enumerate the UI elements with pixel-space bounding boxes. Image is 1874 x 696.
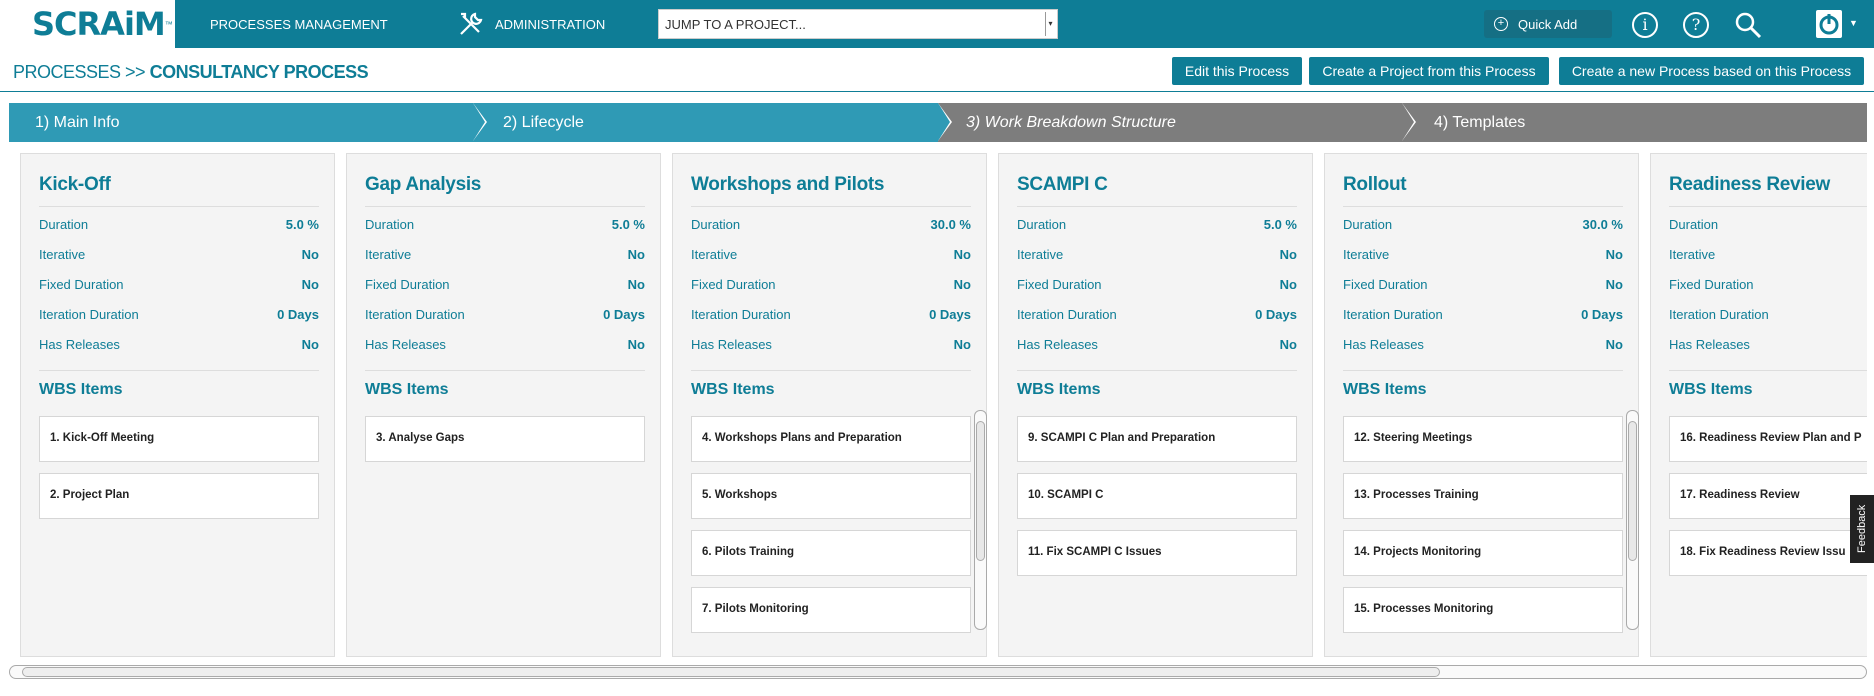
- vertical-scrollbar[interactable]: [974, 410, 987, 630]
- phase-property-iter-duration: Iteration Duration 0 Days: [1343, 307, 1623, 322]
- phase-title[interactable]: Readiness Review: [1669, 174, 1830, 196]
- scrollbar-thumb[interactable]: [22, 667, 1440, 677]
- phase-card: Workshops and Pilots Duration 30.0 % Iterat…: [672, 153, 987, 657]
- step-wbs[interactable]: 3) Work Breakdown Structure: [938, 103, 1416, 142]
- wbs-item[interactable]: 7. Pilots Monitoring: [691, 587, 971, 633]
- phase-property-fixed: Fixed Duration: [1669, 277, 1754, 292]
- phase-property-releases: Has Releases No: [1343, 337, 1623, 352]
- wbs-item[interactable]: 4. Workshops Plans and Preparation: [691, 416, 971, 462]
- nav-processes-management[interactable]: PROCESSES MANAGEMENT: [210, 0, 388, 48]
- page-title: CONSULTANCY PROCESS: [149, 62, 369, 82]
- tools-icon: [460, 12, 483, 35]
- create-process-button[interactable]: Create a new Process based on this Proce…: [1559, 57, 1864, 85]
- wbs-items-heading: WBS Items: [365, 381, 449, 398]
- phase-property-iter-duration: Iteration Duration 0 Days: [39, 307, 319, 322]
- wbs-items-heading: WBS Items: [1017, 381, 1101, 398]
- phase-property-duration: Duration 30.0 %: [1343, 217, 1623, 232]
- step-main-info[interactable]: 1) Main Info: [9, 103, 487, 142]
- scrollbar-thumb[interactable]: [976, 421, 985, 561]
- nav-administration-label: ADMINISTRATION: [495, 16, 606, 32]
- wbs-item[interactable]: 16. Readiness Review Plan and P: [1669, 416, 1867, 462]
- phase-card: Kick-Off Duration 5.0 % Iterative No Fixed Du…: [20, 153, 335, 657]
- help-icon[interactable]: ?: [1683, 12, 1709, 38]
- phase-card: Rollout Duration 30.0 % Iterative No Fixed Du…: [1324, 153, 1639, 657]
- quick-add-button[interactable]: + Quick Add: [1484, 10, 1612, 38]
- phase-property-iter-duration: Iteration Duration 0 Days: [1017, 307, 1297, 322]
- phase-property-iterative: Iterative No: [691, 247, 971, 262]
- phase-property-releases: Has Releases: [1669, 337, 1750, 352]
- phase-title[interactable]: SCAMPI C: [1017, 174, 1108, 196]
- phase-property-iter-duration: Iteration Duration 0 Days: [691, 307, 971, 322]
- phase-property-fixed: Fixed Duration No: [1017, 277, 1297, 292]
- plus-icon: +: [1494, 17, 1508, 31]
- wbs-item[interactable]: 12. Steering Meetings: [1343, 416, 1623, 462]
- create-project-button[interactable]: Create a Project from this Process: [1309, 57, 1549, 85]
- feedback-tab[interactable]: Feedback: [1850, 495, 1874, 563]
- wbs-item[interactable]: 17. Readiness Review: [1669, 473, 1867, 519]
- phase-property-duration: Duration 5.0 %: [1017, 217, 1297, 232]
- scrollbar-thumb[interactable]: [1628, 421, 1637, 561]
- wbs-items-heading: WBS Items: [39, 381, 123, 398]
- wbs-item[interactable]: 18. Fix Readiness Review Issu: [1669, 530, 1867, 576]
- breadcrumb: PROCESSES >> CONSULTANCY PROCESS: [13, 62, 369, 82]
- phase-property-releases: Has Releases No: [691, 337, 971, 352]
- page-header: PROCESSES >> CONSULTANCY PROCESS Edit th…: [0, 48, 1874, 92]
- phase-property-duration: Duration 30.0 %: [691, 217, 971, 232]
- phase-property-iter-duration: Iteration Duration: [1669, 307, 1769, 322]
- info-icon[interactable]: i: [1632, 12, 1658, 38]
- phases-board: Kick-Off Duration 5.0 % Iterative No Fixed Du…: [9, 148, 1867, 658]
- phase-property-iterative: Iterative No: [39, 247, 319, 262]
- phase-card: SCAMPI C Duration 5.0 % Iterative No Fixed Du…: [998, 153, 1313, 657]
- wbs-item[interactable]: 13. Processes Training: [1343, 473, 1623, 519]
- wbs-item[interactable]: 1. Kick-Off Meeting: [39, 416, 319, 462]
- wbs-item[interactable]: 15. Processes Monitoring: [1343, 587, 1623, 633]
- phase-property-duration: Duration 5.0 %: [365, 217, 645, 232]
- phase-card: Gap Analysis Duration 5.0 % Iterative No Fixe…: [346, 153, 661, 657]
- wbs-item[interactable]: 2. Project Plan: [39, 473, 319, 519]
- phase-property-fixed: Fixed Duration No: [1343, 277, 1623, 292]
- wbs-item[interactable]: 14. Projects Monitoring: [1343, 530, 1623, 576]
- phase-title[interactable]: Gap Analysis: [365, 174, 481, 196]
- jump-to-project-select[interactable]: JUMP TO A PROJECT... ▾: [658, 9, 1058, 39]
- phase-title[interactable]: Rollout: [1343, 174, 1407, 196]
- nav-administration[interactable]: ADMINISTRATION: [457, 0, 605, 48]
- phase-property-releases: Has Releases No: [365, 337, 645, 352]
- wbs-item[interactable]: 3. Analyse Gaps: [365, 416, 645, 462]
- phase-property-fixed: Fixed Duration No: [365, 277, 645, 292]
- phase-property-iterative: Iterative: [1669, 247, 1716, 262]
- phase-property-duration: Duration 5.0 %: [39, 217, 319, 232]
- phase-title[interactable]: Kick-Off: [39, 174, 111, 196]
- phase-property-iterative: Iterative No: [365, 247, 645, 262]
- phase-property-iterative: Iterative No: [1343, 247, 1623, 262]
- wbs-items-heading: WBS Items: [1343, 381, 1427, 398]
- phase-card: Readiness Review Duration Iterative Fixed D…: [1650, 153, 1867, 657]
- wizard-steps: 1) Main Info 2) Lifecycle 3) Work Breakd…: [9, 103, 1867, 142]
- wbs-items-heading: WBS Items: [691, 381, 775, 398]
- search-icon[interactable]: [1734, 11, 1762, 39]
- power-icon[interactable]: [1816, 10, 1842, 38]
- wbs-item[interactable]: 6. Pilots Training: [691, 530, 971, 576]
- phase-property-duration: Duration: [1669, 217, 1719, 232]
- phase-property-fixed: Fixed Duration No: [691, 277, 971, 292]
- horizontal-scrollbar[interactable]: [9, 665, 1867, 679]
- phase-property-releases: Has Releases No: [1017, 337, 1297, 352]
- phase-property-releases: Has Releases No: [39, 337, 319, 352]
- edit-process-button[interactable]: Edit this Process: [1172, 57, 1302, 85]
- wbs-items-heading: WBS Items: [1669, 381, 1753, 398]
- wbs-item[interactable]: 10. SCAMPI C: [1017, 473, 1297, 519]
- scraim-logo[interactable]: SCRAiM ™: [0, 0, 175, 48]
- select-arrow-icon: ▾: [1045, 12, 1055, 36]
- vertical-scrollbar[interactable]: [1626, 410, 1639, 630]
- phase-property-fixed: Fixed Duration No: [39, 277, 319, 292]
- step-lifecycle[interactable]: 2) Lifecycle: [473, 103, 952, 142]
- chevron-down-icon[interactable]: ▼: [1849, 18, 1858, 28]
- phase-title[interactable]: Workshops and Pilots: [691, 174, 884, 196]
- wbs-item[interactable]: 9. SCAMPI C Plan and Preparation: [1017, 416, 1297, 462]
- wbs-item[interactable]: 11. Fix SCAMPI C Issues: [1017, 530, 1297, 576]
- top-navbar: SCRAiM ™ PROCESSES MANAGEMENT ADMINISTRAT…: [0, 0, 1874, 48]
- phase-property-iterative: Iterative No: [1017, 247, 1297, 262]
- phase-property-iter-duration: Iteration Duration 0 Days: [365, 307, 645, 322]
- wbs-item[interactable]: 5. Workshops: [691, 473, 971, 519]
- step-templates[interactable]: 4) Templates: [1402, 103, 1867, 142]
